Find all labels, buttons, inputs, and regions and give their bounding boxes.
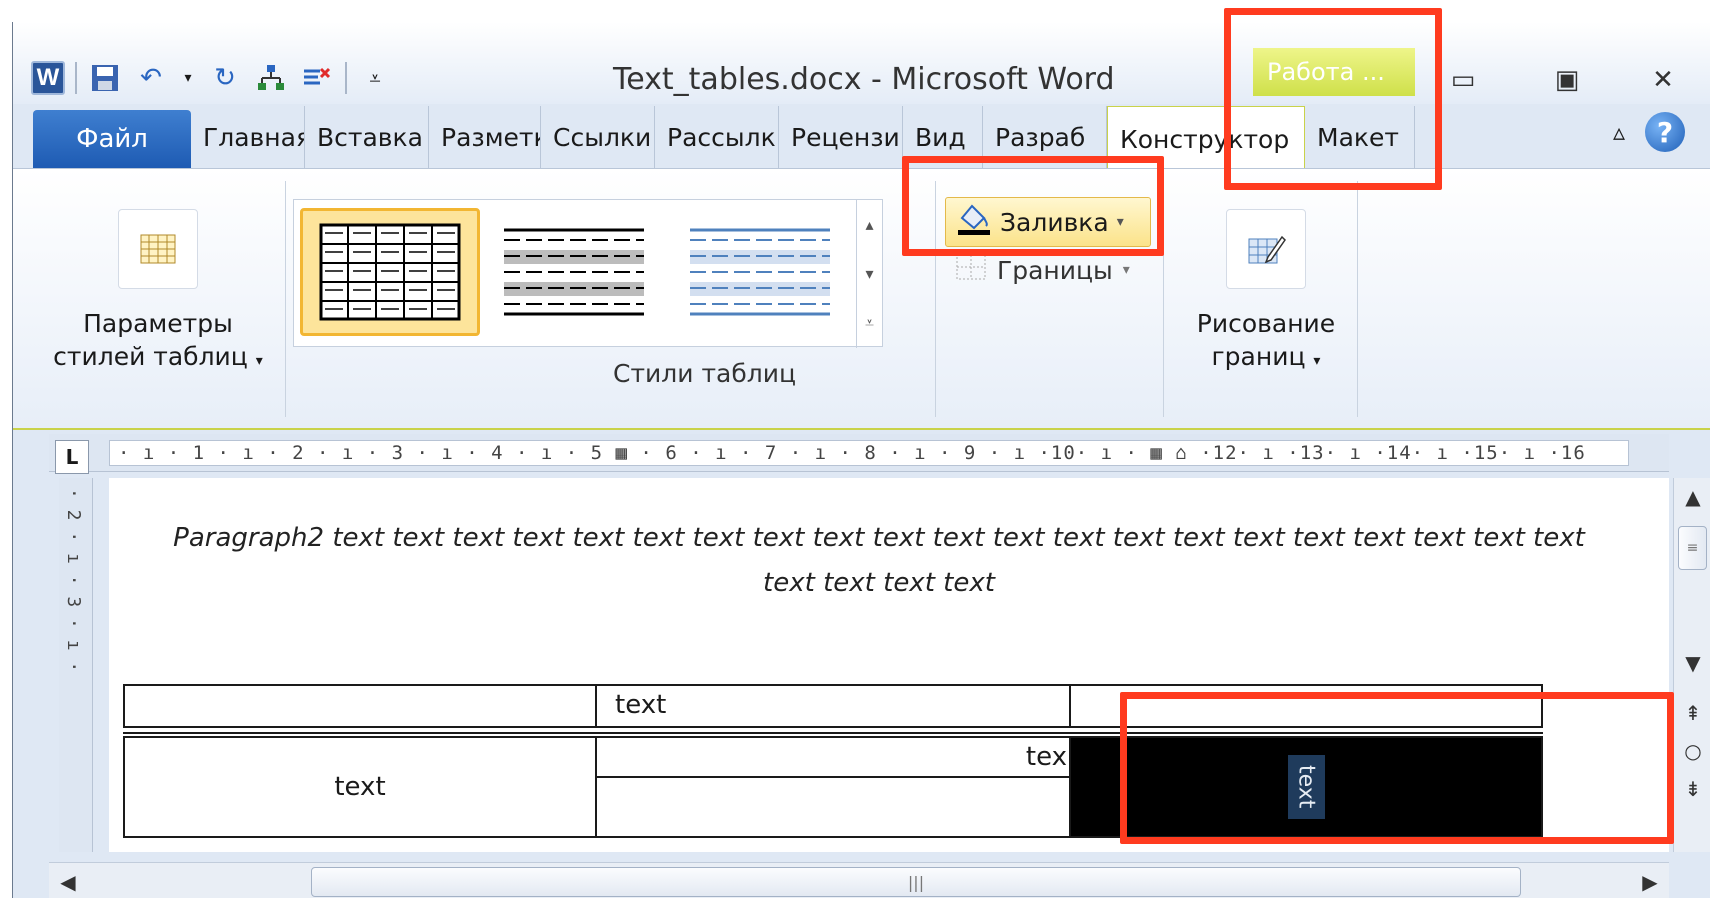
params-line2: стилей таблиц ▾	[53, 342, 263, 371]
help-icon[interactable]: ?	[1645, 112, 1685, 152]
tab-file[interactable]: Файл	[33, 110, 191, 168]
quick-access-toolbar: W ↶ ▾ ↻ ⩡	[31, 58, 393, 98]
restore-icon[interactable]: ▣	[1537, 62, 1597, 98]
word-window: W ↶ ▾ ↻ ⩡ Text_tables.docx - Microsoft W…	[12, 22, 1710, 898]
minimize-ribbon-icon[interactable]: ▵	[1613, 118, 1625, 146]
document-table[interactable]: text text tex text	[123, 684, 1667, 848]
double-border-line	[123, 732, 1543, 734]
draw-line1: Рисование	[1196, 309, 1336, 338]
redo-icon[interactable]: ↻	[207, 60, 243, 96]
table-style-light-shading-accent[interactable]	[676, 208, 856, 336]
vertical-ruler-marks: · 2 · ı · 3 · ı ·	[63, 488, 84, 673]
structure-icon[interactable]	[253, 60, 289, 96]
table-style-options-button[interactable]: Параметры стилей таблиц ▾	[33, 209, 283, 378]
borders-dropdown-icon: ▾	[1122, 262, 1130, 278]
table-tools-context-tab[interactable]: Работа ...	[1253, 48, 1415, 96]
table-style-grid[interactable]	[300, 208, 480, 336]
tab-table-layout[interactable]: Макет	[1305, 106, 1415, 168]
tab-design[interactable]: Конструктор	[1107, 106, 1305, 172]
gallery-down-icon[interactable]: ▾	[865, 264, 873, 283]
ruler-marks: · ı · 1 · ı · 2 · ı · 3 · ı · 4 · ı · 5 …	[109, 440, 1629, 466]
delete-format-icon[interactable]	[299, 60, 335, 96]
draw-borders-button[interactable]: Рисование границ ▾	[1181, 209, 1351, 378]
ribbon-controls: ▵ ?	[1613, 112, 1685, 152]
horizontal-scrollbar[interactable]: ◀ ||| ▶	[49, 862, 1669, 898]
vertical-ruler[interactable]: · 2 · ı · 3 · ı ·	[59, 478, 93, 852]
group-separator	[935, 181, 936, 417]
undo-dropdown-icon[interactable]: ▾	[179, 60, 197, 96]
document-page[interactable]: Paragraph2 text text text text text text…	[109, 478, 1669, 852]
shading-dropdown-icon: ▾	[1116, 214, 1124, 230]
table-cell-r1c1[interactable]	[123, 684, 597, 728]
ribbon: Параметры стилей таблиц ▾ ▴ ▾ ⩡ Стили та…	[13, 168, 1710, 430]
shading-label: Заливка	[1000, 207, 1109, 237]
tab-view[interactable]: Вид	[903, 106, 983, 168]
customize-qat-icon[interactable]: ⩡	[357, 60, 393, 96]
paragraph-text[interactable]: Paragraph2 text text text text text text…	[149, 516, 1609, 606]
tab-home[interactable]: Главная	[191, 106, 305, 168]
gallery-scroll[interactable]: ▴ ▾ ⩡	[856, 200, 882, 348]
group-separator	[285, 181, 286, 417]
paint-bucket-icon	[956, 202, 992, 242]
table-cell-r1c2[interactable]: text	[595, 684, 1071, 728]
borders-grid-icon	[955, 253, 987, 287]
next-page-icon[interactable]: ⇟	[1674, 770, 1710, 808]
horizontal-scroll-thumb[interactable]: |||	[311, 867, 1521, 897]
table-cell-shaded[interactable]: text	[1069, 736, 1543, 838]
undo-icon[interactable]: ↶	[133, 60, 169, 96]
tab-layout[interactable]: Разметк	[429, 106, 541, 168]
scroll-down-icon[interactable]: ▼	[1674, 644, 1710, 682]
save-icon[interactable]	[87, 60, 123, 96]
title-bar: W ↶ ▾ ↻ ⩡ Text_tables.docx - Microsoft W…	[13, 22, 1710, 104]
table-options-icon	[118, 209, 198, 289]
vertical-scrollbar[interactable]: ▲ ≡ ▼ ⇞ ○ ⇟	[1673, 478, 1710, 852]
prev-page-icon[interactable]: ⇞	[1674, 694, 1710, 732]
close-icon[interactable]: ✕	[1633, 62, 1693, 98]
table-cell-r3c2[interactable]	[595, 776, 1071, 838]
table-cell-r1c3[interactable]	[1069, 684, 1543, 728]
tab-references[interactable]: Ссылки	[541, 106, 655, 168]
qat-separator	[345, 62, 347, 94]
vertical-scroll-thumb[interactable]: ≡	[1678, 526, 1707, 570]
params-line1: Параметры	[83, 309, 233, 338]
shaded-cell-text: text	[1287, 755, 1325, 819]
table-styles-gallery: ▴ ▾ ⩡	[293, 199, 883, 348]
shading-button[interactable]: Заливка ▾	[945, 197, 1151, 247]
minimize-icon[interactable]: ▭	[1433, 62, 1493, 98]
dropdown-arrow-icon: ▾	[255, 353, 263, 369]
tab-mailings[interactable]: Рассылк	[655, 106, 779, 168]
scroll-left-icon[interactable]: ◀	[49, 863, 87, 898]
tab-insert[interactable]: Вставка	[305, 106, 429, 168]
borders-button[interactable]: Границы ▾	[955, 253, 1130, 287]
table-style-light-shading[interactable]	[490, 208, 670, 336]
dropdown-arrow-icon: ▾	[1313, 353, 1321, 369]
horizontal-ruler[interactable]: · ı · 1 · ı · 2 · ı · 3 · ı · 4 · ı · 5 …	[49, 434, 1669, 472]
draw-line2: границ ▾	[1211, 342, 1321, 371]
scroll-up-icon[interactable]: ▲	[1674, 478, 1710, 516]
tab-selector-icon[interactable]: L	[55, 440, 89, 474]
gallery-up-icon[interactable]: ▴	[865, 215, 873, 234]
browse-object-icon[interactable]: ○	[1674, 732, 1710, 770]
ribbon-tabs: Файл Главная Вставка Разметк Ссылки Расс…	[13, 106, 1710, 172]
table-cell-r2c2[interactable]: tex	[595, 736, 1071, 778]
qat-separator	[75, 62, 77, 94]
borders-label: Границы	[997, 255, 1113, 285]
word-logo-icon[interactable]: W	[31, 61, 65, 95]
table-cell-r2c1[interactable]: text	[123, 736, 597, 838]
draw-table-icon	[1226, 209, 1306, 289]
window-title: Text_tables.docx - Microsoft Word	[613, 62, 1115, 97]
group-separator	[1163, 181, 1164, 417]
styles-group-label: Стили таблиц	[613, 359, 796, 388]
tab-review[interactable]: Рецензи	[779, 106, 903, 168]
group-separator	[1357, 181, 1358, 417]
tab-developer[interactable]: Разраб	[983, 106, 1107, 168]
gallery-more-icon[interactable]: ⩡	[865, 313, 874, 333]
scroll-right-icon[interactable]: ▶	[1631, 863, 1669, 898]
